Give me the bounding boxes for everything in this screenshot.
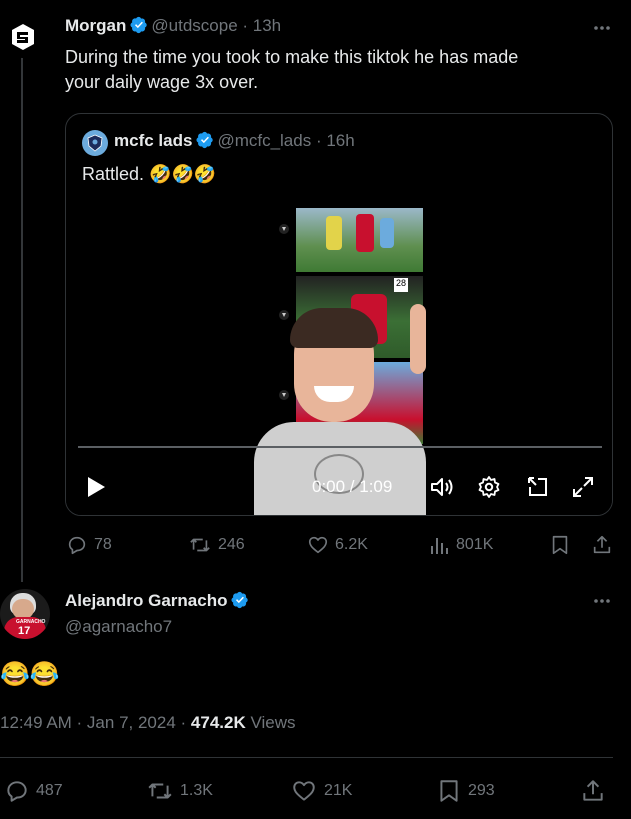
verified-badge-icon — [231, 591, 249, 609]
jersey-number: 17 — [18, 625, 31, 637]
author-handle[interactable]: @agarnacho7 — [65, 617, 172, 637]
progress-bar[interactable] — [78, 446, 602, 448]
reply-count: 78 — [94, 536, 112, 553]
tweet-time[interactable]: 13h — [253, 16, 281, 35]
more-options-icon[interactable] — [592, 18, 612, 43]
volume-icon[interactable] — [430, 476, 456, 498]
video-frame-1 — [296, 208, 423, 272]
tweet2-header: Alejandro Garnacho — [65, 591, 252, 611]
divider — [0, 757, 613, 758]
video-player[interactable]: 28 0:00 / 1:09 — [66, 194, 612, 515]
analytics-icon — [431, 538, 448, 554]
reply-icon — [68, 536, 86, 555]
fullscreen-icon[interactable] — [571, 475, 595, 499]
repost-icon — [190, 538, 210, 552]
settings-gear-icon[interactable] — [477, 475, 501, 499]
tweet-metadata: 12:49 AM · Jan 7, 2024 · 474.2K Views — [0, 713, 296, 733]
views-count: 474.2K — [190, 713, 246, 732]
like-count: 21K — [324, 782, 353, 799]
like-count: 6.2K — [335, 536, 368, 553]
video-timestamp: 0:00 / 1:09 — [312, 477, 393, 496]
author-handle[interactable]: @utdscope — [151, 16, 237, 35]
repost-count: 1.3K — [180, 782, 213, 799]
morgan-avatar[interactable] — [2, 16, 44, 58]
mcfc-lads-avatar — [82, 130, 108, 156]
utdscope-logo-icon — [2, 16, 44, 58]
share-icon[interactable] — [591, 534, 613, 556]
picture-in-picture-icon[interactable] — [526, 475, 550, 499]
club-crest-icon — [87, 134, 103, 152]
marker-icon — [279, 224, 289, 234]
repost-icon — [148, 783, 172, 799]
reply-icon — [7, 781, 27, 802]
heart-icon — [293, 781, 315, 801]
tweet2-text: 😂😂 — [0, 661, 60, 688]
timestamp[interactable]: 12:49 AM · Jan 7, 2024 · — [0, 713, 191, 732]
views-label: Views — [245, 713, 296, 732]
repost-count: 246 — [218, 536, 245, 553]
bookmark-icon[interactable] — [549, 534, 571, 556]
verified-badge-icon — [196, 131, 214, 149]
verified-badge-icon — [130, 16, 148, 34]
tweet1-text: During the time you took to make this ti… — [65, 47, 519, 92]
bookmark-count: 293 — [468, 782, 495, 799]
author-name[interactable]: Morgan — [65, 16, 126, 35]
bookmark-icon — [440, 780, 458, 802]
bookmark-button[interactable]: 293 — [436, 778, 495, 804]
quote-author-handle: @mcfc_lads — [217, 131, 312, 150]
view-count: 801K — [456, 536, 494, 553]
garnacho-avatar[interactable]: GARNACHO 17 — [0, 589, 50, 639]
quoted-tweet-card[interactable]: mcfc lads @mcfc_lads · 16h Rattled. 🤣🤣🤣 2… — [65, 113, 613, 516]
reply-button[interactable]: 487 — [4, 778, 63, 804]
quote-header: mcfc lads @mcfc_lads · 16h — [114, 131, 355, 150]
tweet1-header: Morgan @utdscope · 13h — [65, 16, 282, 35]
quote-author-name: mcfc lads — [114, 131, 193, 150]
repost-button[interactable]: 246 — [188, 534, 245, 556]
quote-text: Rattled. 🤣🤣🤣 — [82, 164, 217, 184]
like-button[interactable]: 6.2K — [307, 534, 368, 556]
like-button[interactable]: 21K — [290, 778, 352, 804]
quote-time: 16h — [326, 131, 355, 150]
heart-icon — [308, 536, 328, 554]
repost-button[interactable]: 1.3K — [146, 778, 213, 804]
more-options-icon[interactable] — [592, 591, 612, 616]
play-icon[interactable] — [86, 476, 106, 498]
share-icon[interactable] — [580, 778, 606, 804]
thread-line — [21, 50, 23, 582]
reply-count: 487 — [36, 782, 63, 799]
reply-button[interactable]: 78 — [66, 534, 112, 556]
author-name[interactable]: Alejandro Garnacho — [65, 591, 227, 610]
views-button[interactable]: 801K — [430, 534, 493, 556]
